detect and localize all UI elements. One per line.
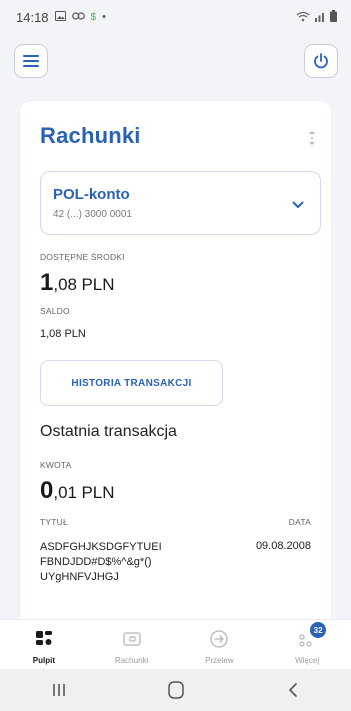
menu-button[interactable]	[14, 44, 48, 78]
title-label: TYTUŁ	[40, 517, 68, 527]
back-icon	[288, 683, 297, 697]
app-header	[0, 34, 351, 98]
wallet-icon	[121, 628, 143, 650]
nav-item-pulpit[interactable]: Pulpit	[0, 620, 88, 669]
dashboard-icon	[33, 628, 55, 650]
chevron-down-icon	[292, 196, 304, 214]
amount-label: KWOTA	[40, 460, 72, 470]
last-transaction-amount: 0,01 PLN	[40, 477, 115, 504]
account-select[interactable]: POL-konto 42 (...) 3000 0001	[40, 171, 321, 235]
dollar-icon: $	[90, 11, 97, 23]
status-time: 14:18	[16, 9, 49, 25]
card-title: Rachunki	[40, 123, 141, 148]
battery-icon	[330, 9, 337, 25]
home-button[interactable]	[146, 675, 206, 705]
nav-item-wiecej[interactable]: 32 Więcej	[263, 620, 351, 669]
account-name: POL-konto	[53, 186, 130, 203]
saldo-label: SALDO	[40, 306, 70, 316]
logout-button[interactable]	[304, 44, 338, 78]
power-icon	[314, 53, 328, 69]
wifi-icon	[296, 10, 310, 25]
account-number: 42 (...) 3000 0001	[53, 209, 132, 220]
dot-icon: •	[102, 11, 106, 23]
recents-button[interactable]	[29, 675, 89, 705]
transaction-title: ASDFGHJKSDGFYTUEI FBNDJDD#D$%^&g*() UYgH…	[40, 541, 162, 583]
available-funds-amount: 1,08 PLN	[40, 269, 115, 296]
bottom-navigation: Pulpit Rachunki Przelew 32 Więcej	[0, 619, 351, 669]
last-transaction-title: Ostatnia transakcja	[40, 423, 177, 440]
nav-item-rachunki[interactable]: Rachunki	[88, 620, 176, 669]
transfer-icon	[208, 628, 230, 650]
drag-handle-icon[interactable]	[309, 131, 315, 146]
system-navigation	[0, 669, 351, 711]
home-icon	[167, 681, 184, 699]
signal-icon	[314, 10, 326, 25]
accounts-card: Rachunki POL-konto 42 (...) 3000 0001 DO…	[20, 101, 331, 621]
image-icon	[54, 10, 66, 24]
status-bar: 14:18 $ •	[0, 0, 351, 34]
transaction-history-button[interactable]: HISTORIA TRANSAKCJI	[40, 360, 223, 406]
date-label: DATA	[288, 517, 311, 527]
available-funds-label: DOSTĘPNE ŚRODKI	[40, 252, 125, 262]
back-button[interactable]	[263, 675, 323, 705]
menu-icon	[23, 55, 39, 67]
link-icon	[71, 11, 85, 23]
notification-badge: 32	[310, 622, 327, 638]
saldo-value: 1,08 PLN	[40, 328, 86, 340]
nav-item-przelew[interactable]: Przelew	[176, 620, 264, 669]
transaction-date: 09.08.2008	[255, 540, 311, 552]
recents-icon	[52, 684, 65, 696]
